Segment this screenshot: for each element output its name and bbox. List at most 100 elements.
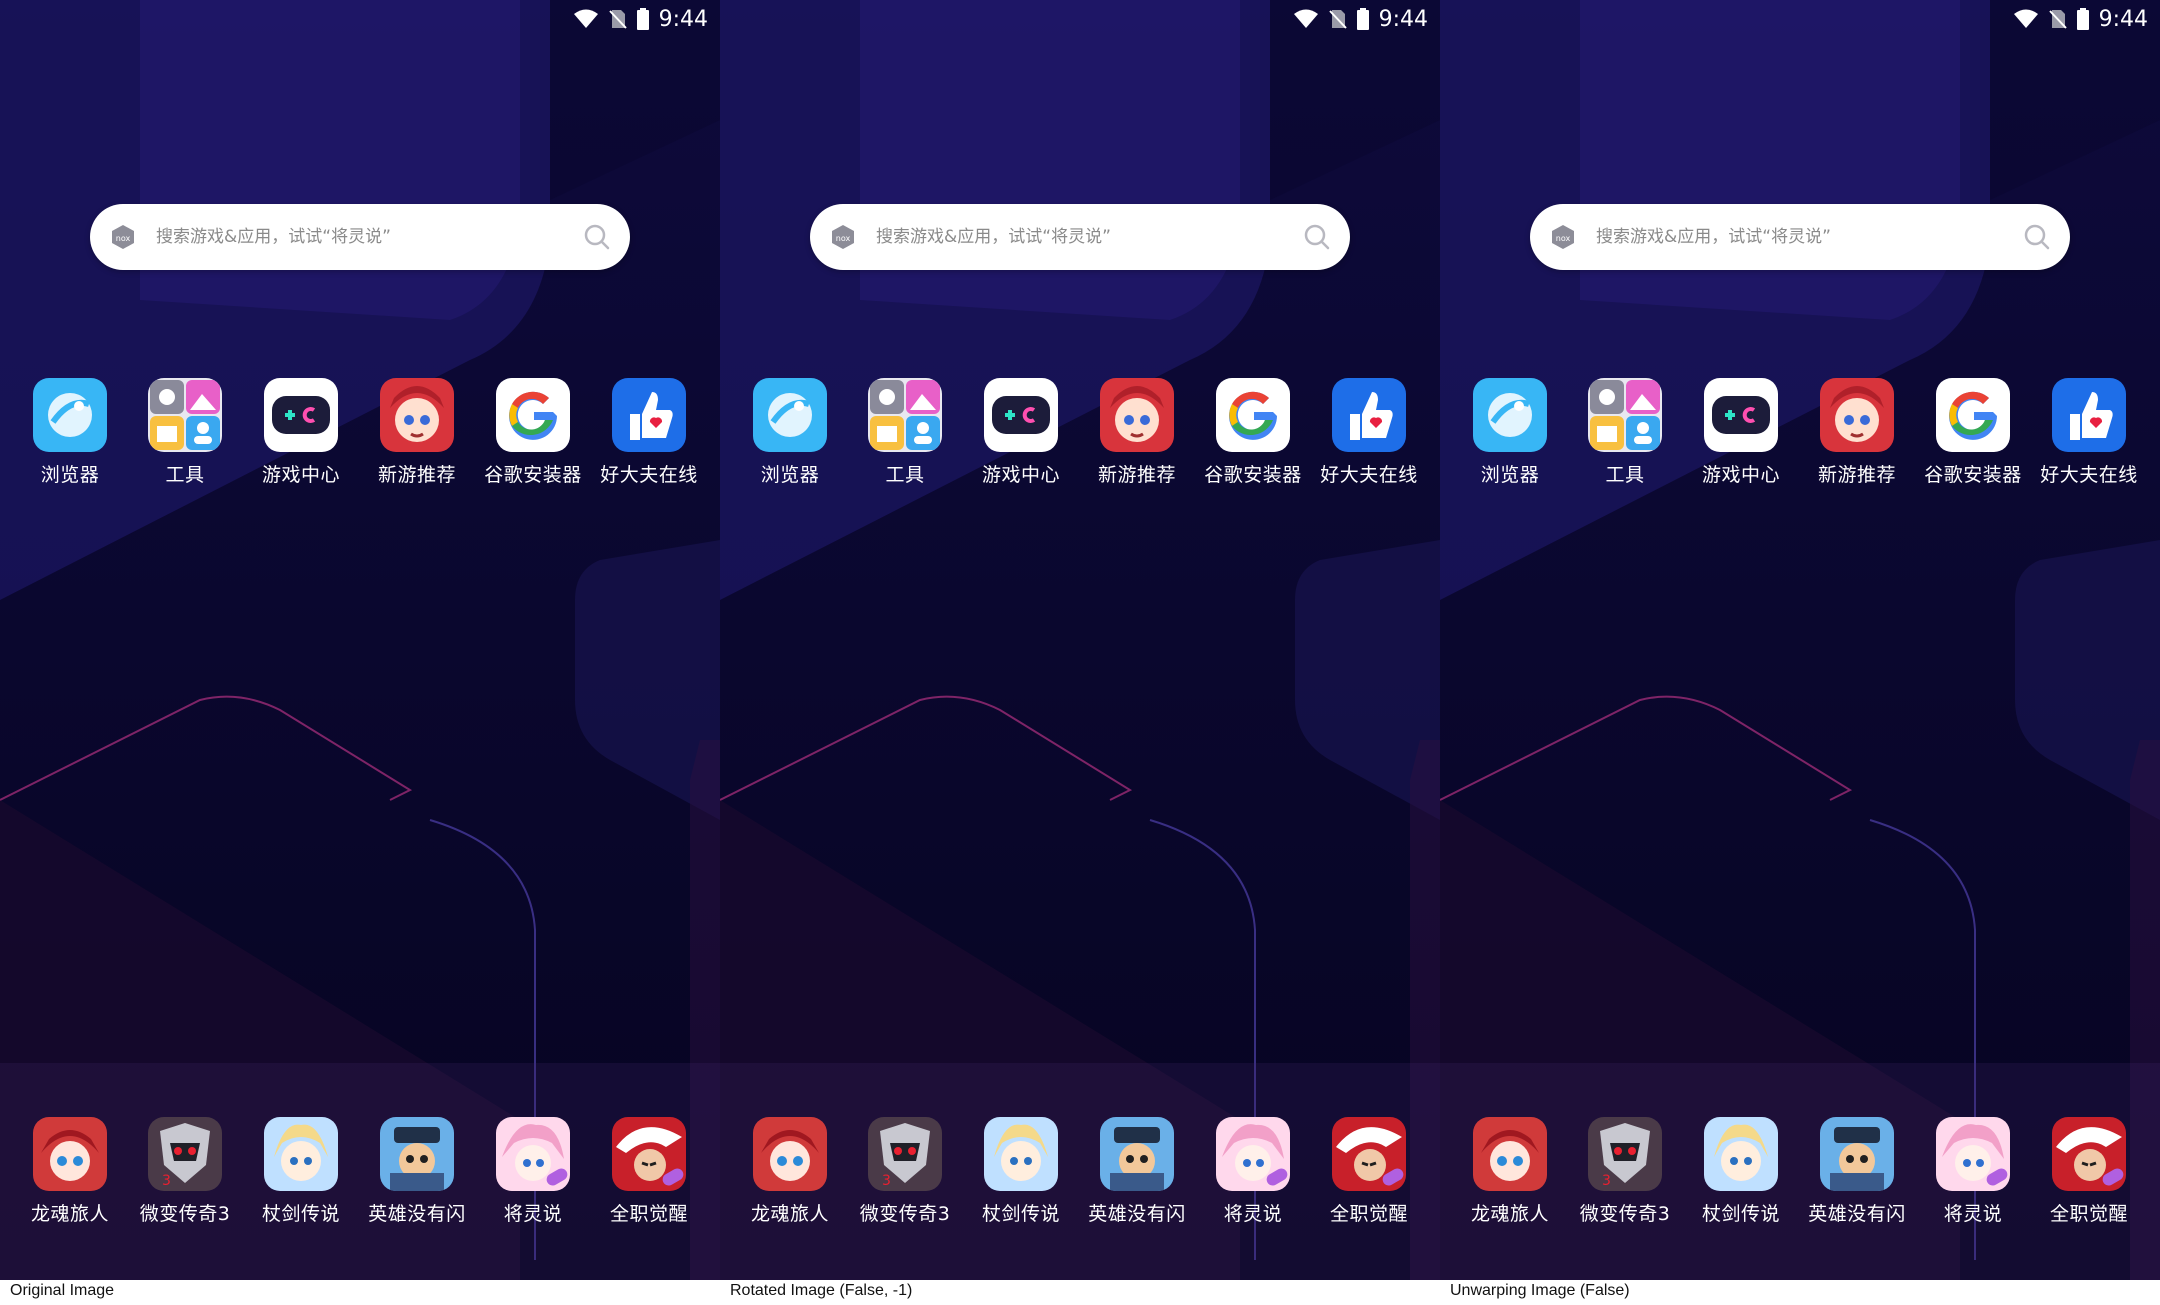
- weibian-icon[interactable]: 3: [868, 1117, 942, 1191]
- dock-app-jiangling[interactable]: 将灵说: [1195, 1117, 1311, 1226]
- search-bar[interactable]: nox 搜索游戏&应用，试试“将灵说”: [90, 204, 630, 270]
- nox-logo-icon: nox: [1552, 225, 1574, 249]
- tools-icon[interactable]: [148, 378, 222, 452]
- app-gamepad[interactable]: 游戏中心: [243, 378, 359, 487]
- app-label: 游戏中心: [1701, 464, 1780, 486]
- app-label: 浏览器: [760, 464, 820, 486]
- dock-app-weibian[interactable]: 3 微变传奇3: [1567, 1117, 1683, 1226]
- no-sim-icon: [608, 10, 627, 29]
- search-icon[interactable]: [584, 224, 610, 250]
- app-label: 全职觉醒: [1329, 1203, 1408, 1225]
- battery-icon: [636, 8, 649, 30]
- weibian-icon[interactable]: 3: [1588, 1117, 1662, 1191]
- dock-app-quanzhi[interactable]: 全职觉醒: [2031, 1117, 2147, 1226]
- yingxiong-icon[interactable]: [1100, 1117, 1174, 1191]
- google-icon[interactable]: [496, 378, 570, 452]
- zhangjian-icon[interactable]: [984, 1117, 1058, 1191]
- zhangjian-icon[interactable]: [264, 1117, 338, 1191]
- jiangling-icon[interactable]: [1216, 1117, 1290, 1191]
- dock-app-yingxiong[interactable]: 英雄没有闪: [1079, 1117, 1195, 1226]
- dock-app-quanzhi[interactable]: 全职觉醒: [591, 1117, 707, 1226]
- dock-app-yingxiong[interactable]: 英雄没有闪: [359, 1117, 475, 1226]
- app-label: 龙魂旅人: [750, 1203, 829, 1225]
- google-icon[interactable]: [1936, 378, 2010, 452]
- app-tools[interactable]: 工具: [847, 378, 963, 487]
- yingxiong-icon[interactable]: [1820, 1117, 1894, 1191]
- clock: 9:44: [2098, 6, 2148, 32]
- dock-app-quanzhi[interactable]: 全职觉醒: [1311, 1117, 1427, 1226]
- app-tools[interactable]: 工具: [127, 378, 243, 487]
- search-placeholder[interactable]: 搜索游戏&应用，试试“将灵说”: [1596, 204, 1831, 270]
- thumbs-up-icon[interactable]: [1332, 378, 1406, 452]
- app-label: 杖剑传说: [261, 1203, 340, 1225]
- yingxiong-icon[interactable]: [380, 1117, 454, 1191]
- dock-app-jiangling[interactable]: 将灵说: [1915, 1117, 2031, 1226]
- search-placeholder[interactable]: 搜索游戏&应用，试试“将灵说”: [156, 204, 391, 270]
- jiangling-icon[interactable]: [1936, 1117, 2010, 1191]
- search-placeholder[interactable]: 搜索游戏&应用，试试“将灵说”: [876, 204, 1111, 270]
- app-thumbs-up[interactable]: 好大夫在线: [591, 378, 707, 487]
- app-anime-girl[interactable]: 新游推荐: [1799, 378, 1915, 487]
- search-icon[interactable]: [2024, 224, 2050, 250]
- google-icon[interactable]: [1216, 378, 1290, 452]
- nox-logo-icon: nox: [832, 225, 854, 249]
- svg-text:3: 3: [162, 1173, 171, 1189]
- app-browser[interactable]: 浏览器: [732, 378, 848, 487]
- app-google[interactable]: 谷歌安装器: [1915, 378, 2031, 487]
- gamepad-icon[interactable]: [1704, 378, 1778, 452]
- app-google[interactable]: 谷歌安装器: [1195, 378, 1311, 487]
- zhangjian-icon[interactable]: [1704, 1117, 1778, 1191]
- app-thumbs-up[interactable]: 好大夫在线: [1311, 378, 1427, 487]
- app-gamepad[interactable]: 游戏中心: [1683, 378, 1799, 487]
- dock-app-longhun[interactable]: 龙魂旅人: [12, 1117, 128, 1226]
- gamepad-icon[interactable]: [984, 378, 1058, 452]
- thumbs-up-icon[interactable]: [612, 378, 686, 452]
- quanzhi-icon[interactable]: [1332, 1117, 1406, 1191]
- search-bar[interactable]: nox 搜索游戏&应用，试试“将灵说”: [1530, 204, 2070, 270]
- tools-icon[interactable]: [868, 378, 942, 452]
- battery-icon: [1356, 8, 1369, 30]
- clock: 9:44: [1378, 6, 1428, 32]
- tools-icon[interactable]: [1588, 378, 1662, 452]
- anime-girl-icon[interactable]: [1820, 378, 1894, 452]
- app-gamepad[interactable]: 游戏中心: [963, 378, 1079, 487]
- dock-app-yingxiong[interactable]: 英雄没有闪: [1799, 1117, 1915, 1226]
- jiangling-icon[interactable]: [496, 1117, 570, 1191]
- dock-app-longhun[interactable]: 龙魂旅人: [1452, 1117, 1568, 1226]
- svg-text:nox: nox: [116, 234, 131, 243]
- longhun-icon[interactable]: [753, 1117, 827, 1191]
- dock-app-jiangling[interactable]: 将灵说: [475, 1117, 591, 1226]
- weibian-icon[interactable]: 3: [148, 1117, 222, 1191]
- search-icon[interactable]: [1304, 224, 1330, 250]
- app-browser[interactable]: 浏览器: [12, 378, 128, 487]
- dock-app-zhangjian[interactable]: 杖剑传说: [963, 1117, 1079, 1226]
- app-label: 工具: [165, 464, 205, 486]
- dock-app-weibian[interactable]: 3 微变传奇3: [127, 1117, 243, 1226]
- app-label: 游戏中心: [981, 464, 1060, 486]
- gamepad-icon[interactable]: [264, 378, 338, 452]
- longhun-icon[interactable]: [1473, 1117, 1547, 1191]
- longhun-icon[interactable]: [33, 1117, 107, 1191]
- app-browser[interactable]: 浏览器: [1452, 378, 1568, 487]
- app-tools[interactable]: 工具: [1567, 378, 1683, 487]
- browser-icon[interactable]: [33, 378, 107, 452]
- thumbs-up-icon[interactable]: [2052, 378, 2126, 452]
- app-label: 龙魂旅人: [1470, 1203, 1549, 1225]
- app-anime-girl[interactable]: 新游推荐: [1079, 378, 1195, 487]
- anime-girl-icon[interactable]: [1100, 378, 1174, 452]
- app-anime-girl[interactable]: 新游推荐: [359, 378, 475, 487]
- app-google[interactable]: 谷歌安装器: [475, 378, 591, 487]
- app-label: 微变传奇3: [139, 1203, 231, 1225]
- search-bar[interactable]: nox 搜索游戏&应用，试试“将灵说”: [810, 204, 1350, 270]
- browser-icon[interactable]: [753, 378, 827, 452]
- dock-app-zhangjian[interactable]: 杖剑传说: [1683, 1117, 1799, 1226]
- app-thumbs-up[interactable]: 好大夫在线: [2031, 378, 2147, 487]
- anime-girl-icon[interactable]: [380, 378, 454, 452]
- dock-app-weibian[interactable]: 3 微变传奇3: [847, 1117, 963, 1226]
- app-label: 杖剑传说: [1701, 1203, 1780, 1225]
- quanzhi-icon[interactable]: [2052, 1117, 2126, 1191]
- browser-icon[interactable]: [1473, 378, 1547, 452]
- dock-app-longhun[interactable]: 龙魂旅人: [732, 1117, 848, 1226]
- dock-app-zhangjian[interactable]: 杖剑传说: [243, 1117, 359, 1226]
- quanzhi-icon[interactable]: [612, 1117, 686, 1191]
